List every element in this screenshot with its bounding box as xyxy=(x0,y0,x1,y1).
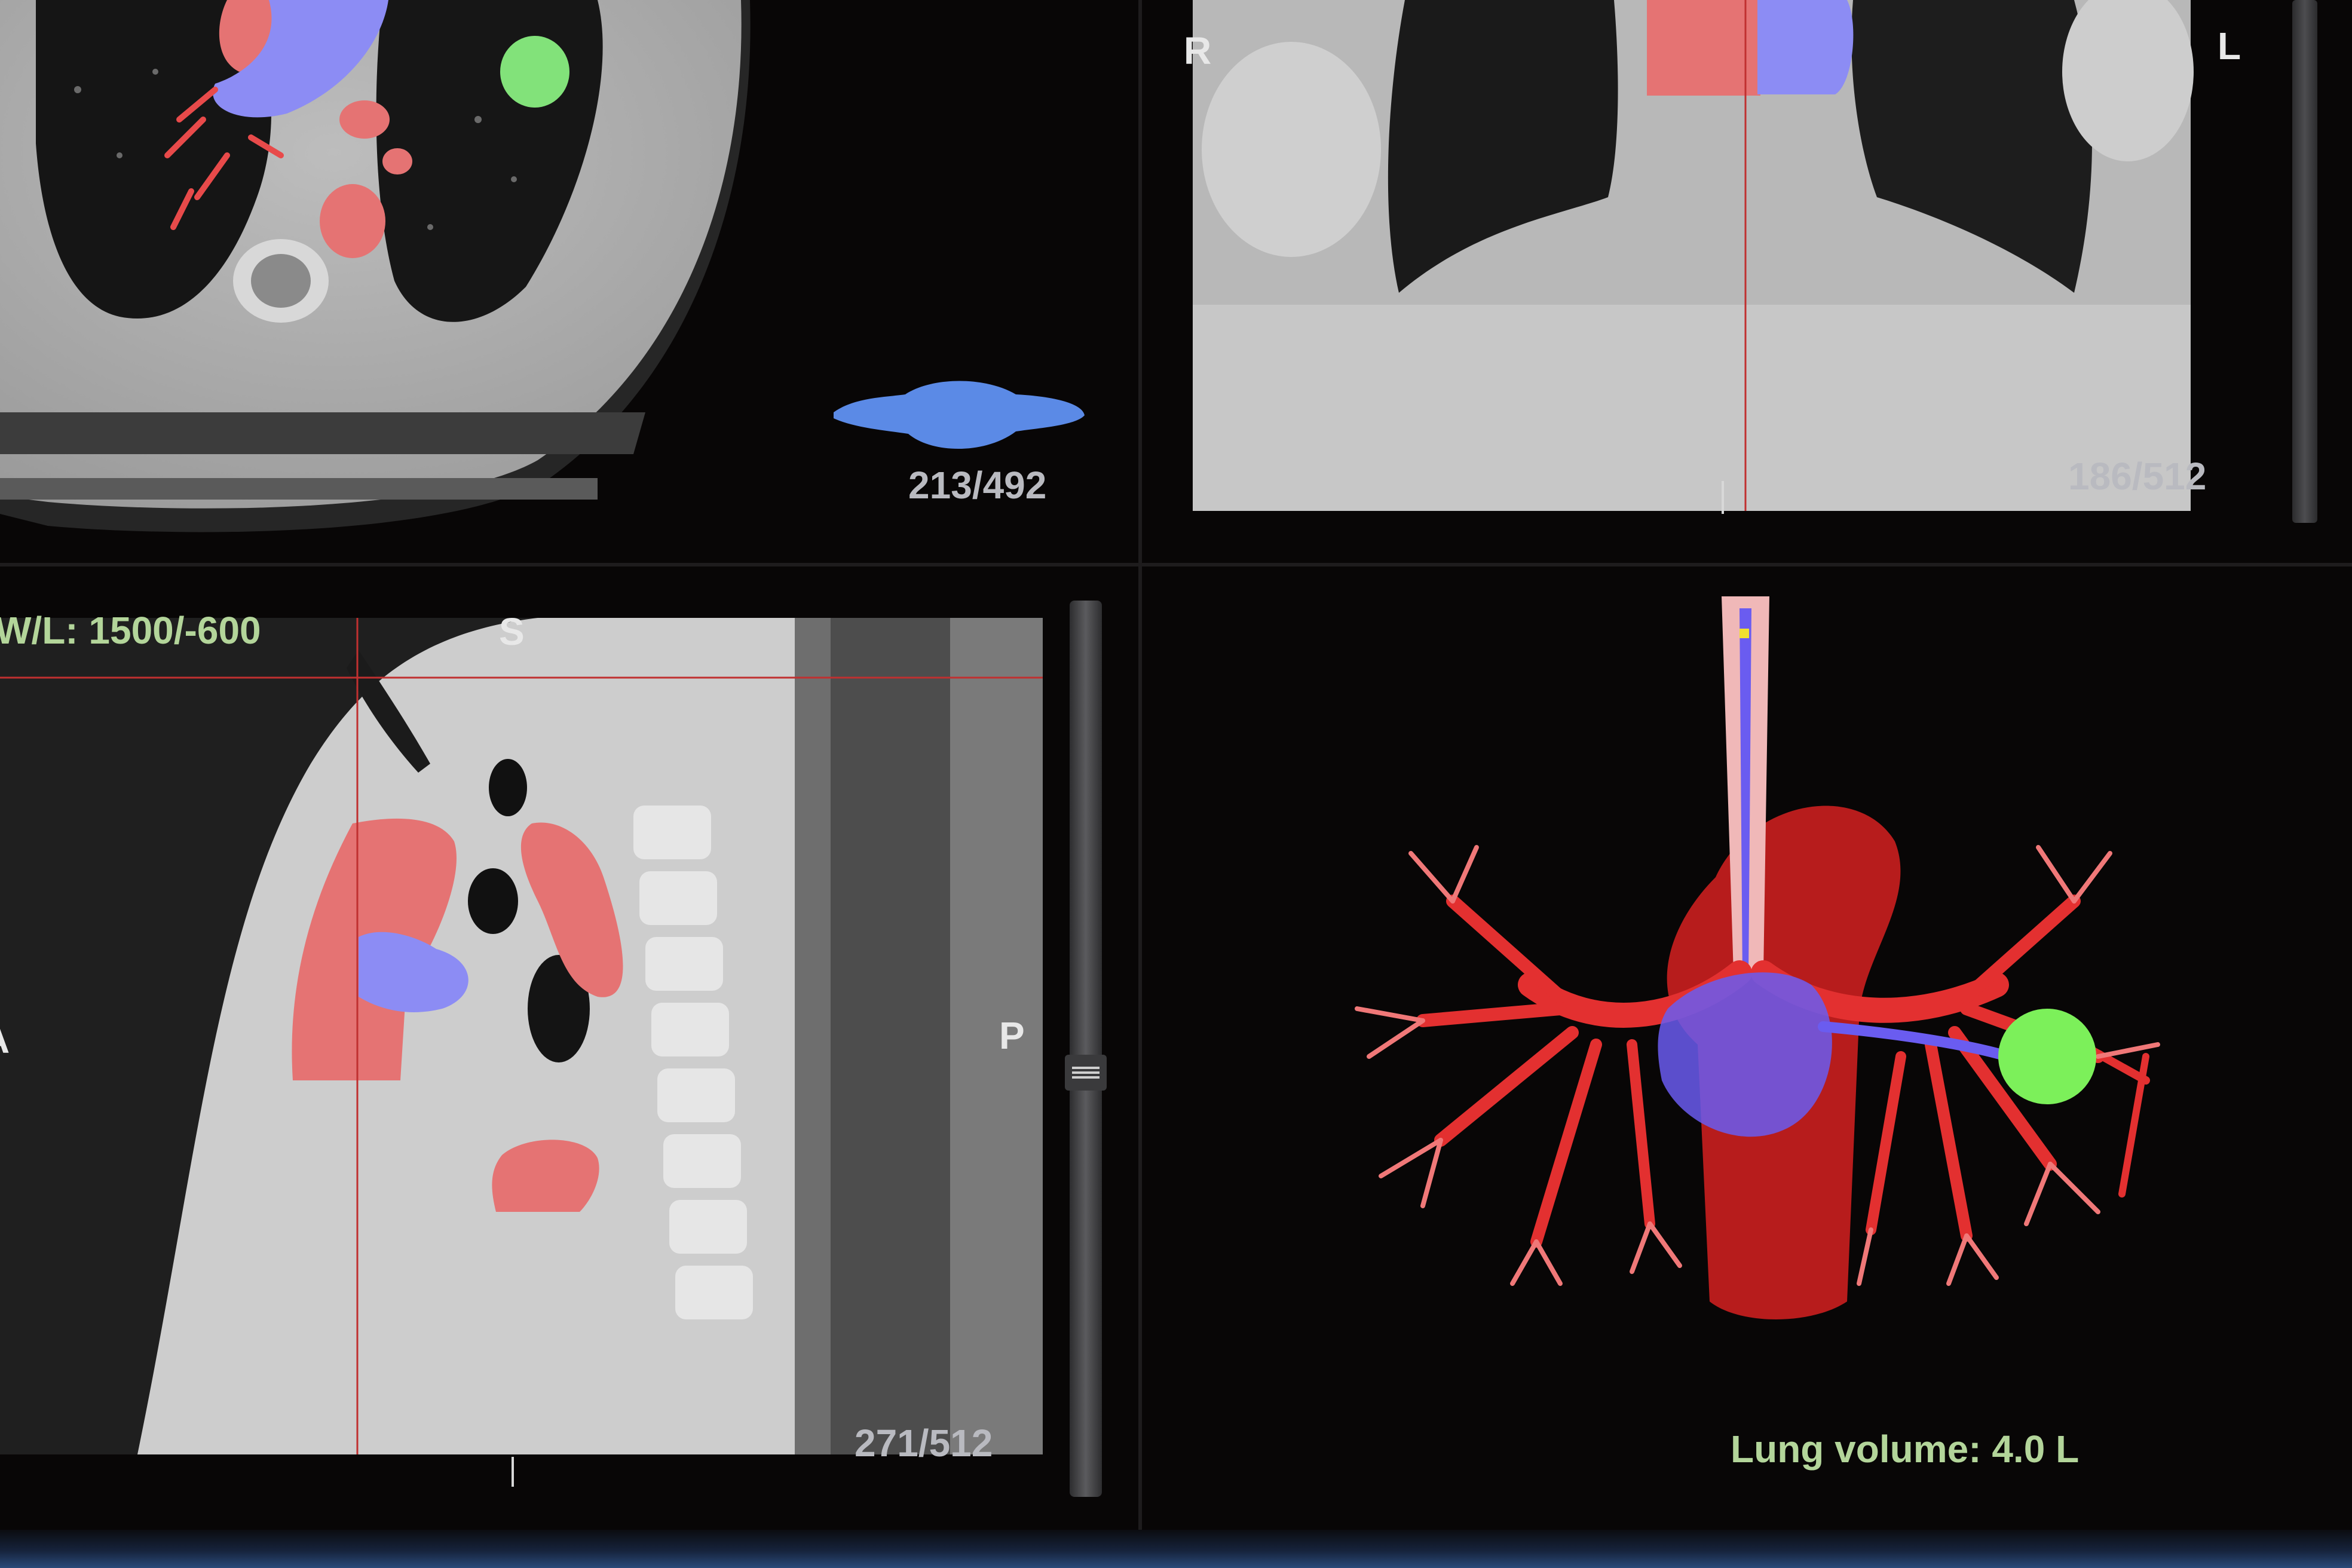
window-level-readout: W/L: 1500/-600 xyxy=(0,609,261,652)
lung-volume-readout: Lung volume: 4.0 L xyxy=(1731,1428,2080,1471)
volume-3d-view[interactable]: Lung volume: 4.0 L xyxy=(1142,566,2352,1530)
sagittal-slice-counter: 271/512 xyxy=(855,1422,993,1465)
coronal-right-label: L xyxy=(2218,24,2241,68)
coronal-view[interactable]: R L 186/512 xyxy=(1142,0,2352,563)
pane-divider-horizontal xyxy=(0,563,2352,566)
sagittal-left-label: A xyxy=(0,1018,10,1062)
slice-slider[interactable] xyxy=(1070,601,1102,1497)
coronal-scrollbar[interactable] xyxy=(2292,0,2317,523)
coronal-slice-counter: 186/512 xyxy=(2068,455,2207,498)
coronal-left-label: R xyxy=(1184,29,1212,72)
viewer-screen: 213/492 R L 186/512 W/L: 1500/-600 S P 2… xyxy=(0,0,2352,1568)
slice-slider-handle[interactable] xyxy=(1065,1055,1107,1091)
sagittal-ct-image xyxy=(0,618,1043,1487)
lung-orientation-icon xyxy=(834,381,1085,449)
airway-vessel-3d-render xyxy=(1355,596,2160,1319)
nodule-3d xyxy=(1998,1009,2096,1104)
sagittal-top-label: S xyxy=(499,610,525,653)
pane-divider-vertical xyxy=(1138,0,1142,1530)
axial-slice-counter: 213/492 xyxy=(908,464,1047,507)
sagittal-view[interactable]: W/L: 1500/-600 S A P 271/512 xyxy=(0,566,1138,1530)
axial-view[interactable]: 213/492 xyxy=(0,0,1138,563)
monitor-bezel xyxy=(0,1530,2352,1568)
sagittal-right-label: P xyxy=(999,1014,1025,1057)
